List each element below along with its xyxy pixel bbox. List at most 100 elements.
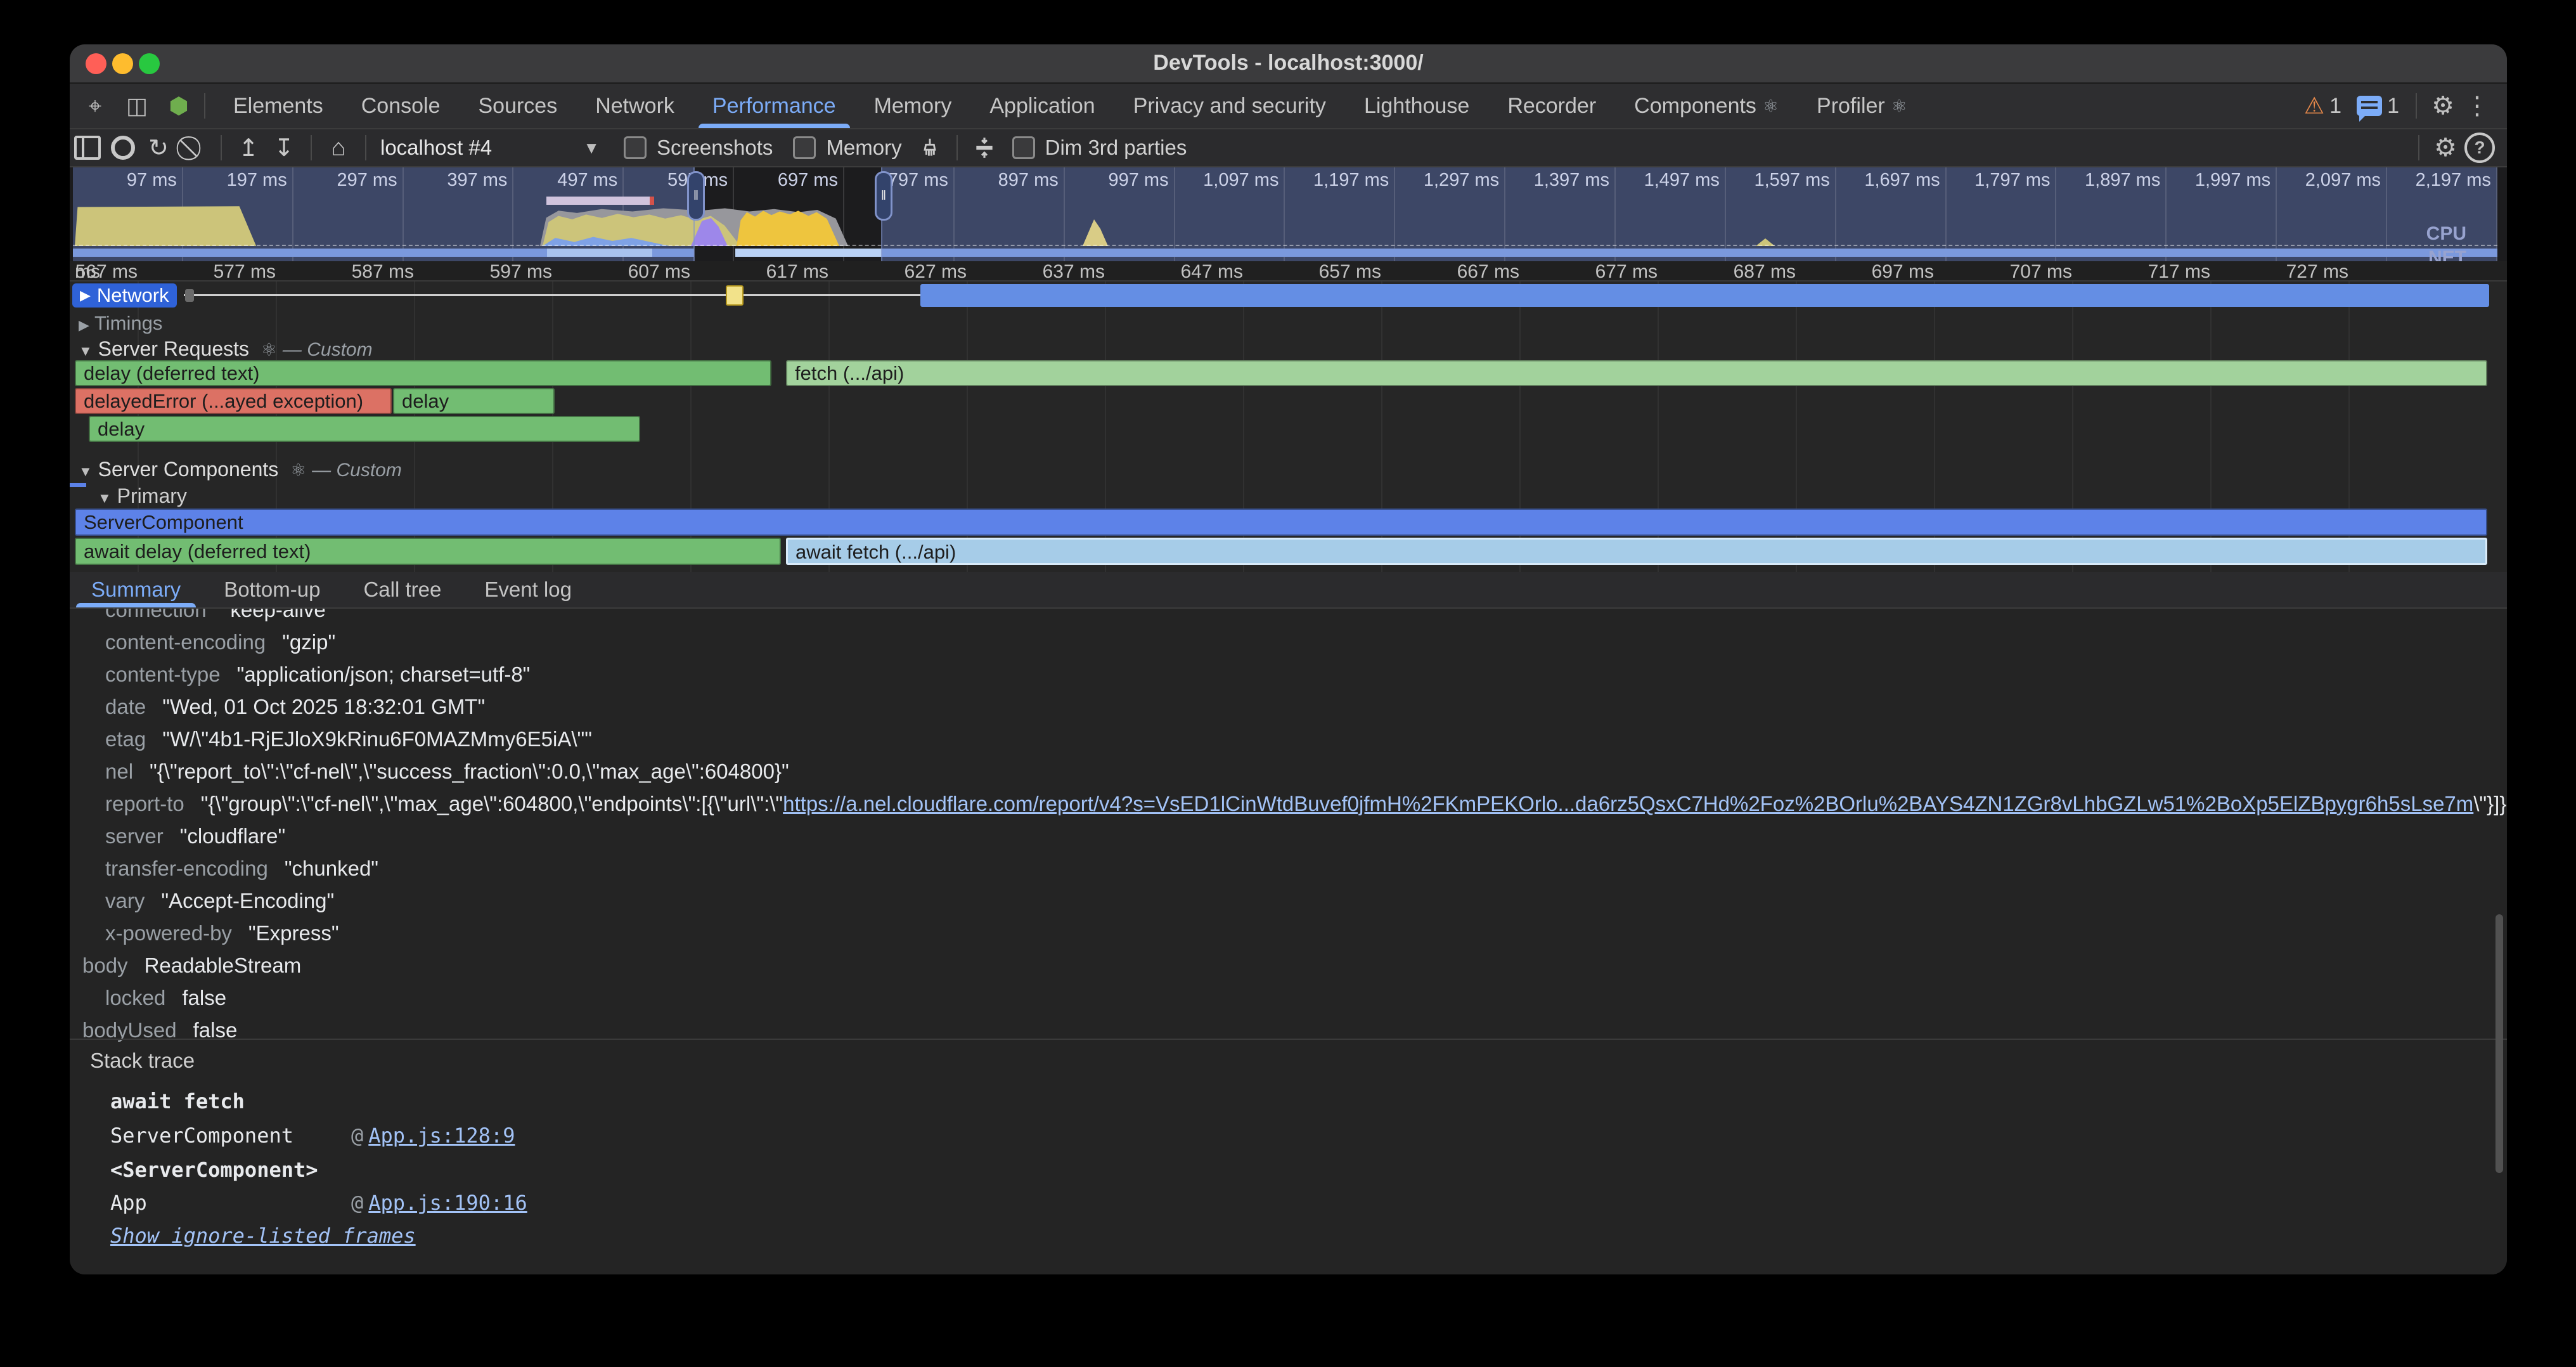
reload-record-icon[interactable]: ↻	[141, 130, 176, 165]
tab-lighthouse[interactable]: Lighthouse	[1345, 84, 1488, 128]
await-delay-bar[interactable]: await delay (deferred text)	[75, 538, 781, 565]
tab-application[interactable]: Application	[970, 84, 1114, 128]
network-request-bar[interactable]	[920, 284, 2489, 307]
checkbox-box	[793, 136, 816, 159]
summary-row: lockedfalse	[70, 982, 2507, 1014]
details-tab-call-tree[interactable]: Call tree	[342, 572, 463, 607]
tab-console[interactable]: Console	[342, 84, 460, 128]
server-request-delay-3[interactable]: delay	[89, 416, 640, 442]
await-fetch-bar[interactable]: await fetch (.../api)	[786, 538, 2487, 565]
timeline-tracks: ▶ Network ▶ Timings ▼ Server Requests ⚛ …	[70, 282, 2507, 572]
show-ignore-listed-frames-link[interactable]: Show ignore-listed frames	[110, 1224, 416, 1248]
primary-track-color-chip	[70, 483, 86, 487]
issues-badge[interactable]: 1	[2357, 94, 2399, 119]
details-tab-summary[interactable]: Summary	[70, 572, 202, 607]
ruler-tick-label: 607 ms	[628, 261, 690, 283]
record-icon[interactable]	[105, 130, 141, 165]
collapse-arrow-icon: ▶	[80, 287, 91, 304]
ruler-tick-label: 727 ms	[2286, 261, 2348, 283]
divider	[221, 135, 222, 160]
track-server-components-header[interactable]: ▼ Server Components ⚛ — Custom	[79, 458, 402, 481]
ruler-tick-label: 577 ms	[214, 261, 276, 283]
network-request-marker[interactable]	[726, 285, 744, 306]
server-request-fetch-api[interactable]: fetch (.../api)	[786, 360, 2487, 386]
expand-arrow-icon: ▼	[79, 343, 93, 359]
selection-left-handle[interactable]: ‖	[687, 171, 705, 221]
summary-key: content-encoding	[105, 630, 266, 654]
home-icon[interactable]: ⌂	[321, 130, 356, 165]
checkbox-screenshots[interactable]: Screenshots	[624, 136, 773, 160]
summary-row: report-to"{\"group\":\"cf-nel\",\"max_ag…	[70, 787, 2507, 820]
net-label: NET	[2428, 247, 2466, 261]
help-icon[interactable]: ?	[2463, 131, 2497, 165]
ruler-tick-label: 637 ms	[1043, 261, 1105, 283]
tab-recorder[interactable]: Recorder	[1488, 84, 1615, 128]
summary-row: vary"Accept-Encoding"	[70, 884, 2507, 917]
tab-performance[interactable]: Performance	[693, 84, 855, 128]
garbage-collect-brush-icon[interactable]	[912, 130, 948, 165]
devtools-window: DevTools - localhost:3000/ ⌖ ◫ ⬢ Element…	[70, 44, 2507, 1274]
summary-scrollbar-thumb[interactable]	[2496, 914, 2503, 1173]
summary-value: "keep-alive"	[223, 609, 333, 622]
ruler-tick-label: 627 ms	[905, 261, 967, 283]
summary-key: server	[105, 824, 164, 848]
track-timings-label[interactable]: ▶ Timings	[79, 312, 162, 335]
stack-frame-source-link[interactable]: App.js:190:16	[368, 1191, 527, 1215]
ruler-tick-label: 717 ms	[2148, 261, 2210, 283]
inspect-element-icon[interactable]: ⌖	[79, 89, 112, 122]
extension-gem-icon[interactable]: ⬢	[162, 89, 195, 122]
details-tab-bottom-up[interactable]: Bottom-up	[202, 572, 342, 607]
timeline-overview[interactable]: 97 ms197 ms297 ms397 ms497 ms597 ms697 m…	[70, 167, 2507, 261]
tab-privacy-and-security[interactable]: Privacy and security	[1114, 84, 1345, 128]
tab-elements[interactable]: Elements	[214, 84, 342, 128]
perf-settings-gear-icon[interactable]: ⚙	[2428, 131, 2463, 165]
tab-sources[interactable]: Sources	[459, 84, 576, 128]
summary-row: etag"W/\"4b1-RjEJloX9kRinu6F0MAZMmy6E5iA…	[70, 723, 2507, 755]
save-profile-icon[interactable]: ↧	[266, 130, 302, 165]
collapse-shortcuts-icon[interactable]	[967, 130, 1002, 165]
clear-icon[interactable]: ⃠	[176, 130, 212, 165]
history-select-value: localhost #4	[380, 136, 492, 160]
tab-profiler[interactable]: Profiler⚛	[1798, 84, 1926, 128]
details-tabbar: SummaryBottom-upCall treeEvent log	[70, 572, 2507, 609]
cpu-net-divider	[73, 245, 2497, 246]
track-network-label[interactable]: ▶ Network	[72, 283, 177, 308]
toggle-sidebar-icon[interactable]	[70, 130, 105, 165]
summary-value: "cloudflare"	[180, 824, 286, 848]
server-request-delayed-error[interactable]: delayedError (...ayed exception)	[75, 388, 392, 414]
tab-memory[interactable]: Memory	[855, 84, 971, 128]
ruler-tick-label: 677 ms	[1595, 261, 1658, 283]
summary-key: body	[82, 954, 128, 978]
details-tab-event-log[interactable]: Event log	[463, 572, 593, 607]
detail-ruler: ms 567 ms577 ms587 ms597 ms607 ms617 ms6…	[70, 261, 2507, 282]
devtools-tabbar: ⌖ ◫ ⬢ ElementsConsoleSourcesNetworkPerfo…	[70, 84, 2507, 129]
track-primary-header[interactable]: ▼ Primary	[98, 484, 187, 508]
server-component-bar[interactable]: ServerComponent	[75, 509, 2487, 536]
checkbox-memory[interactable]: Memory	[793, 136, 901, 160]
checkbox-dim-3rd-parties[interactable]: Dim 3rd parties	[1012, 136, 1187, 160]
divider	[956, 135, 958, 160]
track-resize-handle[interactable]	[185, 289, 194, 302]
tab-network[interactable]: Network	[576, 84, 693, 128]
track-server-requests-header[interactable]: ▼ Server Requests ⚛ — Custom	[79, 337, 373, 361]
summary-value: "chunked"	[285, 857, 378, 881]
warnings-badge[interactable]: ⚠ 1	[2304, 93, 2341, 119]
history-select[interactable]: localhost #4 ▼	[380, 136, 609, 160]
settings-gear-icon[interactable]: ⚙	[2426, 89, 2460, 123]
ruler-tick-label: 647 ms	[1181, 261, 1243, 283]
network-whisker-line	[184, 294, 920, 296]
ruler-tick-label: 567 ms	[75, 261, 138, 283]
load-profile-icon[interactable]: ↥	[231, 130, 266, 165]
selection-right-handle[interactable]: ‖	[875, 171, 892, 221]
divider	[204, 93, 205, 119]
kebab-menu-icon[interactable]: ⋮	[2460, 89, 2494, 123]
message-count: 1	[2387, 94, 2399, 119]
server-request-delay-deferred[interactable]: delay (deferred text)	[75, 360, 771, 386]
tab-components[interactable]: Components⚛	[1615, 84, 1798, 128]
device-toolbar-icon[interactable]: ◫	[120, 89, 153, 122]
stack-frame-source-link[interactable]: App.js:128:9	[368, 1124, 515, 1148]
report-to-url-link[interactable]: https://a.nel.cloudflare.com/report/v4?s…	[783, 792, 2473, 816]
summary-value: "application/json; charset=utf-8"	[237, 663, 531, 687]
server-request-delay-2[interactable]: delay	[393, 388, 555, 414]
stack-trace-entry: await fetch	[110, 1089, 245, 1113]
